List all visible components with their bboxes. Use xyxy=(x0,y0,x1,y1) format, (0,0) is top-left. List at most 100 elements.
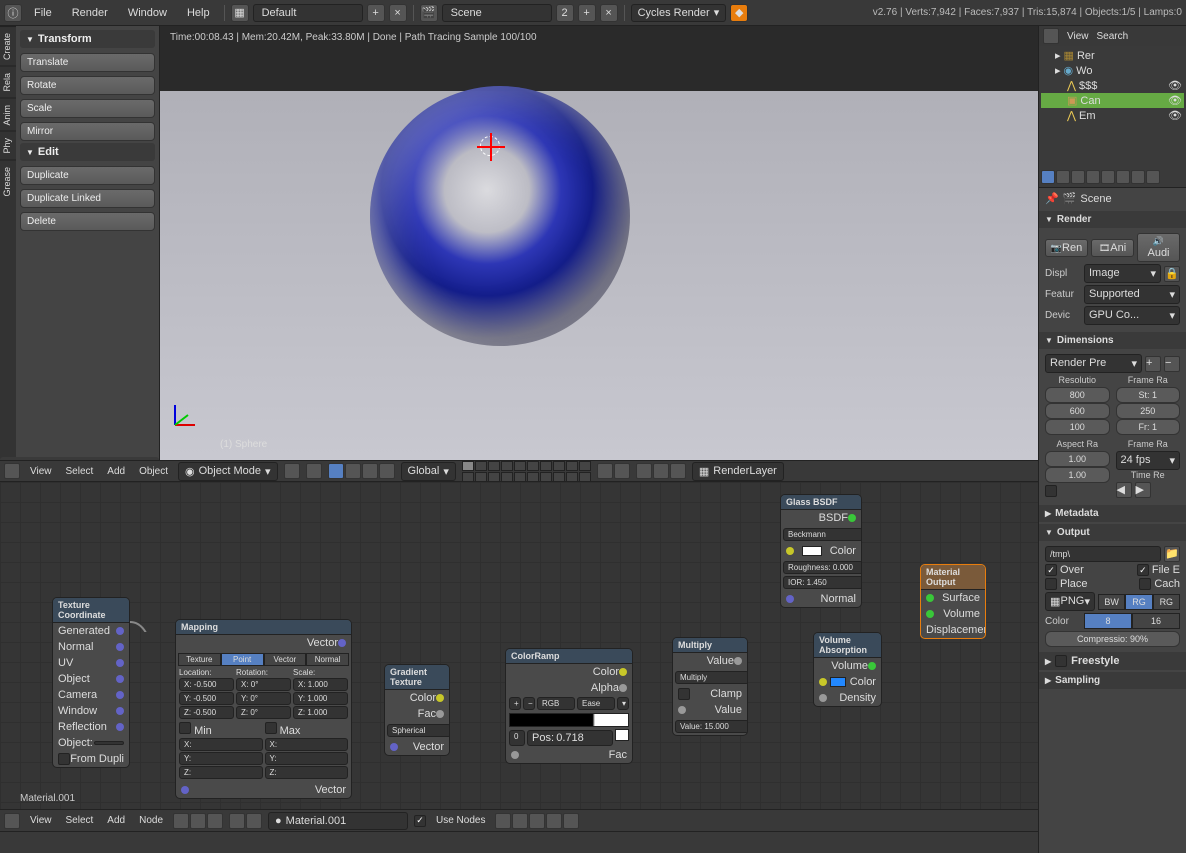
layout-browse-icon[interactable]: ▦ xyxy=(231,4,249,22)
format-dropdown[interactable]: ▦PNG▾ xyxy=(1045,592,1095,611)
3d-viewport[interactable]: Time:00:08.43 | Mem:20.42M, Peak:33.80M … xyxy=(160,26,1038,460)
context-data-icon[interactable] xyxy=(1146,170,1160,184)
menu-window[interactable]: Window xyxy=(120,7,175,19)
transform-panel-header[interactable]: Transform xyxy=(20,30,155,48)
scene-add-icon[interactable]: + xyxy=(578,4,596,22)
outliner-type-icon[interactable] xyxy=(1043,28,1059,44)
3dview-editor-icon[interactable] xyxy=(4,463,20,479)
folder-icon[interactable]: 📁 xyxy=(1164,546,1180,562)
menu-help[interactable]: Help xyxy=(179,7,218,19)
feature-dropdown[interactable]: Supported▾ xyxy=(1084,285,1180,304)
menu-render[interactable]: Render xyxy=(64,7,116,19)
scene-field[interactable]: Scene xyxy=(442,4,552,22)
edit-panel-header[interactable]: Edit xyxy=(20,143,155,161)
add-preset-icon[interactable]: + xyxy=(1145,356,1161,372)
tab-create[interactable]: Create xyxy=(0,26,16,66)
ne-menu-view[interactable]: View xyxy=(26,815,56,826)
3dview-menu-select[interactable]: Select xyxy=(62,466,98,477)
pivot-icon[interactable] xyxy=(306,463,322,479)
frame-step[interactable]: Fr: 1 xyxy=(1116,419,1181,435)
menu-file[interactable]: File xyxy=(26,7,60,19)
output-path-field[interactable]: /tmp\ xyxy=(1045,546,1161,562)
resolution-y[interactable]: 600 xyxy=(1045,403,1110,419)
lock-icon[interactable]: 🔒 xyxy=(1164,266,1180,282)
3dview-menu-view[interactable]: View xyxy=(26,466,56,477)
layout-add-icon[interactable]: + xyxy=(367,4,385,22)
delete-button[interactable]: Delete xyxy=(20,212,155,231)
tab-animation[interactable]: Anim xyxy=(0,98,16,132)
display-dropdown[interactable]: Image▾ xyxy=(1084,264,1161,283)
tree-row[interactable]: ▸◉Wo xyxy=(1041,63,1184,78)
render-movie-icon[interactable] xyxy=(670,463,686,479)
context-world-icon[interactable] xyxy=(1086,170,1100,184)
device-dropdown[interactable]: GPU Co...▾ xyxy=(1084,306,1180,325)
freestyle-panel-header[interactable]: Freestyle xyxy=(1039,652,1186,670)
3dview-menu-object[interactable]: Object xyxy=(135,466,172,477)
overwrite-checkbox[interactable] xyxy=(1045,564,1057,576)
placeholders-checkbox[interactable] xyxy=(1045,578,1057,590)
layout-field[interactable]: Default xyxy=(253,4,363,22)
node-texture-coordinate[interactable]: Texture Coordinate Generated Normal UV O… xyxy=(52,597,130,768)
dimensions-panel-header[interactable]: Dimensions xyxy=(1039,332,1186,349)
shading-icon[interactable] xyxy=(284,463,300,479)
output-panel-header[interactable]: Output xyxy=(1039,524,1186,541)
orientation-dropdown[interactable]: Global▾ xyxy=(401,462,456,481)
render-preset-dropdown[interactable]: Render Pre▾ xyxy=(1045,354,1142,373)
node-colorramp[interactable]: ColorRamp Color Alpha +− RGB Ease ▾ 0 Po… xyxy=(505,648,633,764)
render-panel-header[interactable]: Render xyxy=(1039,211,1186,228)
tab-relations[interactable]: Rela xyxy=(0,66,16,98)
node-material-output[interactable]: Material Output Surface Volume Displacem… xyxy=(920,564,986,639)
rotate-button[interactable]: Rotate xyxy=(20,76,155,95)
render-engine-dropdown[interactable]: Cycles Render▾ xyxy=(631,4,727,22)
cache-checkbox[interactable] xyxy=(1139,578,1151,590)
use-nodes-checkbox[interactable] xyxy=(414,815,426,827)
scale-button[interactable]: Scale xyxy=(20,99,155,118)
context-object-icon[interactable] xyxy=(1101,170,1115,184)
metadata-panel-header[interactable]: Metadata xyxy=(1039,505,1186,522)
tree-row[interactable]: ⋀Em👁 xyxy=(1041,108,1184,123)
mode-dropdown[interactable]: ◉Object Mode▾ xyxy=(178,462,278,481)
timeline[interactable] xyxy=(0,831,1038,853)
outliner-tree[interactable]: ▸▦Rer ▸◉Wo ⋀$$$👁 ▣Can👁 ⋀Em👁 xyxy=(1039,46,1186,125)
mirror-button[interactable]: Mirror xyxy=(20,122,155,141)
scene-users[interactable]: 2 xyxy=(556,4,574,22)
outliner-menu-search[interactable]: Search xyxy=(1097,31,1129,42)
node-editor[interactable]: Texture Coordinate Generated Normal UV O… xyxy=(0,482,1038,810)
compression-slider[interactable]: Compressio: 90% xyxy=(1045,631,1180,647)
tree-row[interactable]: ▸▦Rer xyxy=(1041,48,1184,63)
frame-start[interactable]: St: 1 xyxy=(1116,387,1181,403)
tab-grease[interactable]: Grease xyxy=(0,160,16,203)
node-volume-absorption[interactable]: Volume Absorption Volume Color Density xyxy=(813,632,882,707)
depth8-toggle[interactable]: 8 xyxy=(1084,613,1132,629)
duplicate-linked-button[interactable]: Duplicate Linked xyxy=(20,189,155,208)
3dview-menu-add[interactable]: Add xyxy=(103,466,129,477)
render-opengl-icon[interactable] xyxy=(636,463,652,479)
file-ext-checkbox[interactable] xyxy=(1137,564,1149,576)
context-scene-icon[interactable] xyxy=(1071,170,1085,184)
snap-type-icon[interactable] xyxy=(614,463,630,479)
tree-row[interactable]: ⋀$$$👁 xyxy=(1041,78,1184,93)
context-layers-icon[interactable] xyxy=(1056,170,1070,184)
bw-toggle[interactable]: BW xyxy=(1098,594,1125,610)
depth16-toggle[interactable]: 16 xyxy=(1132,613,1180,629)
translate-button[interactable]: Translate xyxy=(20,53,155,72)
tree-row[interactable]: ▣Can👁 xyxy=(1041,93,1184,108)
animation-button[interactable]: 🎞Ani xyxy=(1091,239,1134,257)
frame-end[interactable]: 250 xyxy=(1116,403,1181,419)
node-editor-type-icon[interactable] xyxy=(4,813,20,829)
render-button[interactable]: 📷Ren xyxy=(1045,239,1088,257)
manipulator-icons[interactable] xyxy=(328,463,395,479)
material-selector[interactable]: ●Material.001 xyxy=(268,812,408,830)
shader-tree-icon[interactable] xyxy=(173,813,189,829)
ne-menu-add[interactable]: Add xyxy=(103,815,129,826)
remove-preset-icon[interactable]: − xyxy=(1164,356,1180,372)
context-constraints-icon[interactable] xyxy=(1116,170,1130,184)
resolution-x[interactable]: 800 xyxy=(1045,387,1110,403)
tab-physics[interactable]: Phy xyxy=(0,131,16,160)
layer-buttons[interactable] xyxy=(462,461,591,482)
color-ramp-gradient[interactable] xyxy=(509,713,629,727)
node-gradient-texture[interactable]: Gradient Texture Color Fac Spherical Vec… xyxy=(384,664,450,756)
context-render-icon[interactable] xyxy=(1041,170,1055,184)
aspect-y[interactable]: 1.00 xyxy=(1045,467,1110,483)
context-modifiers-icon[interactable] xyxy=(1131,170,1145,184)
